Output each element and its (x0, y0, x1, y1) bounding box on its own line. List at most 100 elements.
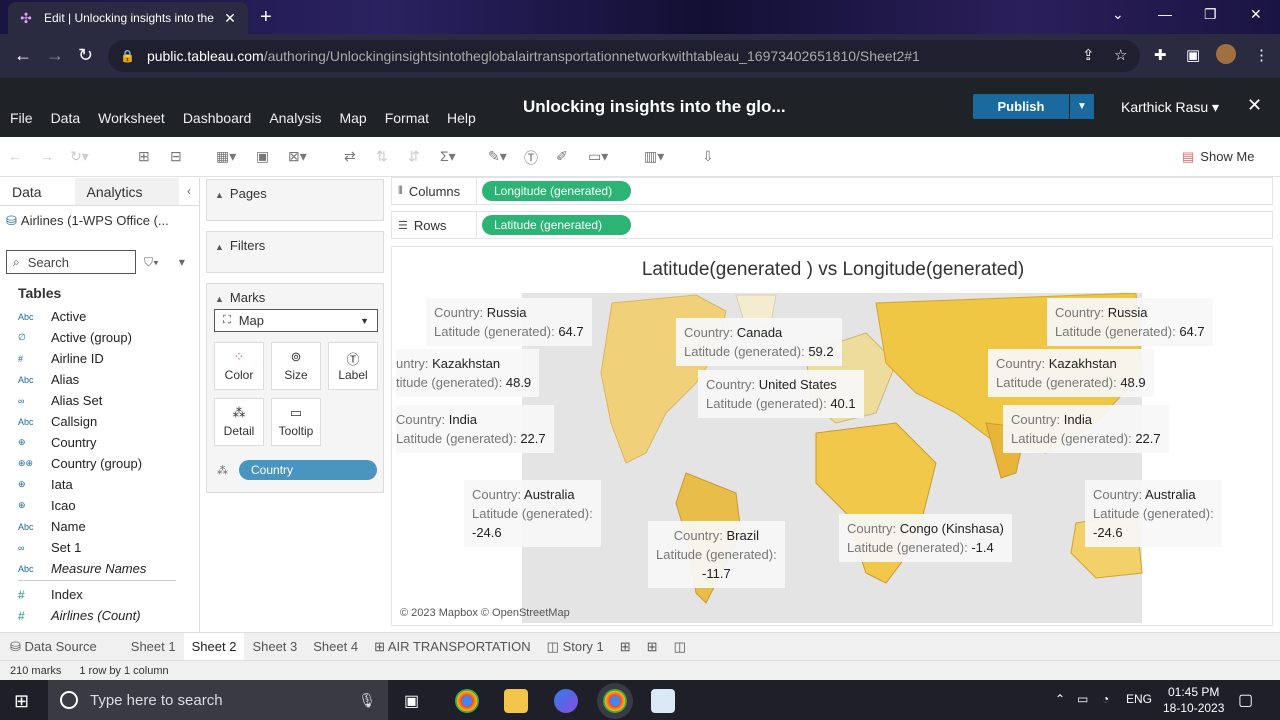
menu-worksheet[interactable]: Worksheet (98, 110, 165, 126)
field-item[interactable]: ⊕⊕ Country (group) (18, 453, 178, 474)
measure-item[interactable]: # Index (18, 584, 178, 605)
tab-data[interactable]: Data (0, 178, 75, 205)
viz-title[interactable]: Latitude(generated ) vs Longitude(genera… (392, 259, 1274, 281)
window-close-icon[interactable]: ✕ (1250, 6, 1262, 23)
new-tab-icon[interactable]: + (260, 6, 272, 28)
new-dashboard-tab-icon[interactable]: ⊞ (639, 633, 666, 661)
new-worksheet-tab-icon[interactable]: ⊞ (612, 633, 639, 661)
battery-icon[interactable]: ▭ (1077, 692, 1088, 706)
field-item[interactable]: Abc Name (18, 516, 178, 537)
label-button[interactable]: Ⓣ Label (328, 342, 378, 390)
menu-format[interactable]: Format (385, 110, 429, 126)
new-story-tab-icon[interactable]: ◫ (666, 633, 694, 661)
pages-card[interactable]: ▲ Pages (206, 179, 384, 221)
menu-help[interactable]: Help (447, 110, 476, 126)
workbook-title[interactable]: Unlocking insights into the glo... (523, 97, 786, 117)
menu-analysis[interactable]: Analysis (269, 110, 321, 126)
size-button[interactable]: ⊚ Size (271, 342, 321, 390)
reload-icon[interactable]: ↻ (78, 44, 93, 66)
side-panel-icon[interactable]: ▣ (1186, 46, 1200, 64)
publish-button[interactable]: Publish (973, 94, 1069, 119)
color-button[interactable]: ⁘ Color (214, 342, 264, 390)
close-editor-icon[interactable]: ✕ (1247, 95, 1262, 116)
browser-menu-icon[interactable]: ⋮ (1254, 46, 1269, 64)
sheet-tab[interactable]: Sheet 1 (123, 633, 184, 661)
chrome-active-icon[interactable] (603, 689, 627, 713)
swap-rows-columns-icon[interactable]: ⇄ (344, 148, 356, 165)
menu-file[interactable]: File (10, 110, 33, 126)
menu-dashboard[interactable]: Dashboard (183, 110, 252, 126)
field-item[interactable]: # Airline ID (18, 348, 178, 369)
country-detail-pill[interactable]: Country (239, 460, 377, 480)
windows-start-icon[interactable]: ⊞ (14, 691, 29, 712)
forward-icon[interactable]: → (46, 44, 64, 66)
tab-analytics[interactable]: Analytics (74, 178, 179, 205)
menu-map[interactable]: Map (339, 110, 366, 126)
field-item[interactable]: ∞ Set 1 (18, 537, 178, 558)
sort-ascending-icon[interactable]: ⇅ (376, 148, 388, 165)
new-data-source-icon[interactable]: ⊞ (138, 148, 150, 165)
highlight-icon[interactable]: ✎▾ (488, 148, 507, 165)
close-tab-icon[interactable]: ✕ (222, 10, 238, 27)
profile-avatar[interactable] (1216, 44, 1236, 64)
menu-data[interactable]: Data (51, 110, 81, 126)
replay-icon[interactable]: ↻▾ (70, 148, 89, 165)
totals-icon[interactable]: Σ▾ (440, 148, 456, 165)
field-item[interactable]: ⊕ Icao (18, 495, 178, 516)
search-input[interactable]: ⌕ Search (6, 250, 136, 274)
tooltip-button[interactable]: ▭ Tooltip (271, 398, 321, 446)
tableau-app-icon[interactable] (651, 689, 675, 713)
collapse-caret-icon[interactable]: ▲ (215, 294, 224, 304)
task-view-icon[interactable]: ▣ (404, 691, 428, 715)
labels-icon[interactable]: Ⓣ (524, 148, 538, 168)
data-source-item[interactable]: ⛁ Airlines (1-WPS Office (... (0, 206, 199, 236)
latitude-pill[interactable]: Latitude (generated) (482, 215, 631, 235)
field-item[interactable]: Abc Alias (18, 369, 178, 390)
field-item[interactable]: ⊕ Country (18, 432, 178, 453)
restore-icon[interactable]: ❐ (1204, 6, 1217, 23)
language-indicator[interactable]: ENG (1126, 692, 1152, 706)
map-view[interactable]: Country: Russia Latitude (generated): 64… (396, 293, 1268, 623)
filters-card[interactable]: ▲ Filters (206, 231, 384, 273)
field-item[interactable]: ∞ Alias Set (18, 390, 178, 411)
user-menu[interactable]: Karthick Rasu ▾ (1121, 99, 1219, 116)
sheet-tab[interactable]: Sheet 3 (244, 633, 305, 661)
notifications-icon[interactable]: ▢ (1238, 690, 1253, 710)
sheet-tab[interactable]: Sheet 4 (305, 633, 366, 661)
copilot-icon[interactable] (554, 689, 578, 713)
browser-tab[interactable]: ✣ Edit | Unlocking insights into the ✕ (8, 2, 248, 34)
url-field[interactable]: 🔒 public.tableau.com/authoring/Unlocking… (108, 40, 1140, 72)
mark-type-select[interactable]: ⛶ Map ▼ (214, 309, 378, 332)
dashboard-tab[interactable]: ⊞ AIR TRANSPORTATION (366, 633, 539, 661)
clock[interactable]: 01:45 PM 18-10-2023 (1163, 684, 1224, 716)
format-workbook-icon[interactable]: ✐ (556, 148, 568, 165)
presentation-icon[interactable]: ▥▾ (644, 148, 664, 165)
collapse-caret-icon[interactable]: ▲ (215, 190, 224, 200)
publish-dropdown-icon[interactable]: ▼ (1070, 94, 1094, 119)
show-me-button[interactable]: ▤ Show Me (1182, 149, 1255, 165)
tray-chevron-icon[interactable]: ⌃ (1055, 692, 1065, 706)
download-icon[interactable]: ⇩ (702, 148, 714, 165)
field-item[interactable]: ∅ Active (group) (18, 327, 178, 348)
longitude-pill[interactable]: Longitude (generated) (482, 181, 631, 201)
chrome-icon[interactable] (455, 689, 479, 713)
filter-icon[interactable]: ⛉▾ (144, 255, 159, 270)
fit-icon[interactable]: ▭▾ (588, 148, 608, 165)
sheet-tab-active[interactable]: Sheet 2 (183, 632, 245, 661)
pane-menu-icon[interactable]: ▾ (179, 255, 185, 269)
collapse-caret-icon[interactable]: ▲ (215, 242, 224, 252)
measure-item[interactable]: # Airlines (Count) (18, 605, 178, 626)
back-icon[interactable]: ← (14, 44, 32, 66)
redo-icon[interactable]: → (40, 148, 54, 164)
bookmark-star-icon[interactable]: ☆ (1114, 46, 1127, 64)
clear-sheet-icon[interactable]: ⊠▾ (288, 148, 307, 165)
taskbar-search[interactable]: Type here to search 🎙 (48, 680, 388, 720)
duplicate-sheet-icon[interactable]: ▣ (256, 148, 269, 165)
microphone-icon[interactable]: 🎙 (358, 692, 376, 709)
map-attribution[interactable]: © 2023 Mapbox © OpenStreetMap (400, 607, 570, 619)
data-source-tab[interactable]: ⛁ Data Source (0, 633, 105, 661)
field-item[interactable]: Abc Measure Names (18, 558, 178, 579)
wifi-icon[interactable]: ◔ (1102, 692, 1109, 706)
new-worksheet-icon[interactable]: ▦▾ (216, 148, 236, 165)
sort-descending-icon[interactable]: ⇵ (408, 148, 420, 165)
